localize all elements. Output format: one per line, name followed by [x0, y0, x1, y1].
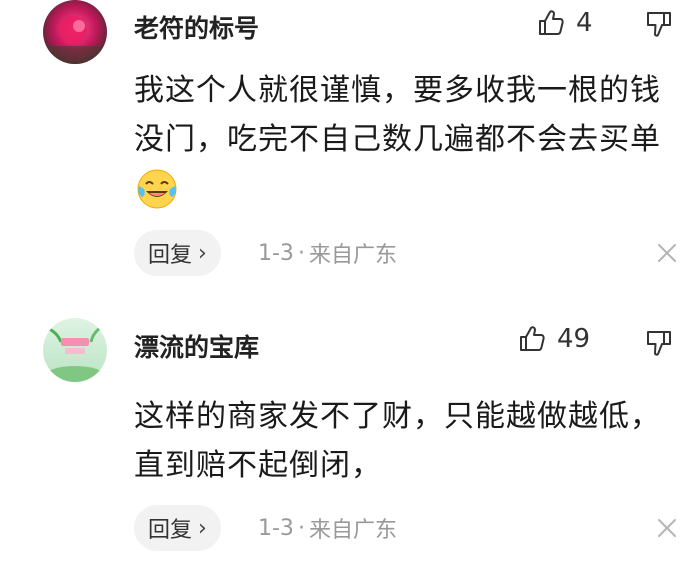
reply-button[interactable]: 回复 ›	[134, 230, 221, 276]
username[interactable]: 老符的标号	[134, 9, 259, 45]
comment-text-line: 直到赔不起倒闭，	[134, 448, 382, 483]
thumbs-up-icon	[539, 10, 564, 35]
chevron-right-icon: ›	[198, 515, 207, 541]
like-button[interactable]: 4	[536, 6, 593, 40]
comment-location: 来自广东	[308, 243, 397, 268]
meta-separator: ·	[297, 240, 305, 266]
laughing-crying-face-icon	[137, 169, 177, 209]
comment-text-line: 这样的商家发不了财，只能越做越低，	[134, 399, 661, 434]
comment-text-line: 我这个人就很谨慎，要多收我一根的钱	[134, 73, 661, 108]
comment-date: 1-3	[258, 515, 294, 541]
close-icon[interactable]	[656, 242, 678, 264]
comment-item: 老符的标号 4 我这个人就很谨慎，要多收我一根的钱 没门，吃完不自己数几遍都不会…	[0, 0, 700, 292]
comment-date: 1-3	[258, 240, 294, 266]
avatar-image	[43, 0, 107, 64]
comment-text: 我这个人就很谨慎，要多收我一根的钱 没门，吃完不自己数几遍都不会去买单	[134, 66, 679, 164]
thumbs-down-icon[interactable]	[645, 9, 675, 39]
reply-button[interactable]: 回复 ›	[134, 505, 221, 551]
avatar[interactable]	[43, 0, 107, 64]
thumbs-down-icon[interactable]	[645, 328, 675, 358]
comment-text-line: 没门，吃完不自己数几遍都不会去买单	[134, 122, 661, 157]
close-icon[interactable]	[656, 517, 678, 539]
chevron-right-icon: ›	[198, 240, 207, 266]
avatar[interactable]	[43, 318, 107, 382]
comment-meta: 1-3 · 来自广东	[258, 505, 397, 551]
like-count: 49	[557, 324, 591, 354]
like-count: 4	[576, 8, 593, 38]
reply-label: 回复	[148, 518, 193, 543]
comment-text: 这样的商家发不了财，只能越做越低， 直到赔不起倒闭，	[134, 392, 679, 490]
reply-label: 回复	[148, 243, 193, 268]
avatar-image	[43, 318, 107, 382]
thumbs-up-icon	[520, 326, 545, 351]
comment-item: 漂流的宝库 49 这样的商家发不了财，只能越做越低， 直到赔不起倒闭， 回复 ›…	[0, 292, 700, 585]
comment-meta: 1-3 · 来自广东	[258, 230, 397, 276]
meta-separator: ·	[297, 515, 305, 541]
comment-location: 来自广东	[308, 518, 397, 543]
like-button[interactable]: 49	[517, 322, 590, 356]
username[interactable]: 漂流的宝库	[134, 328, 259, 364]
